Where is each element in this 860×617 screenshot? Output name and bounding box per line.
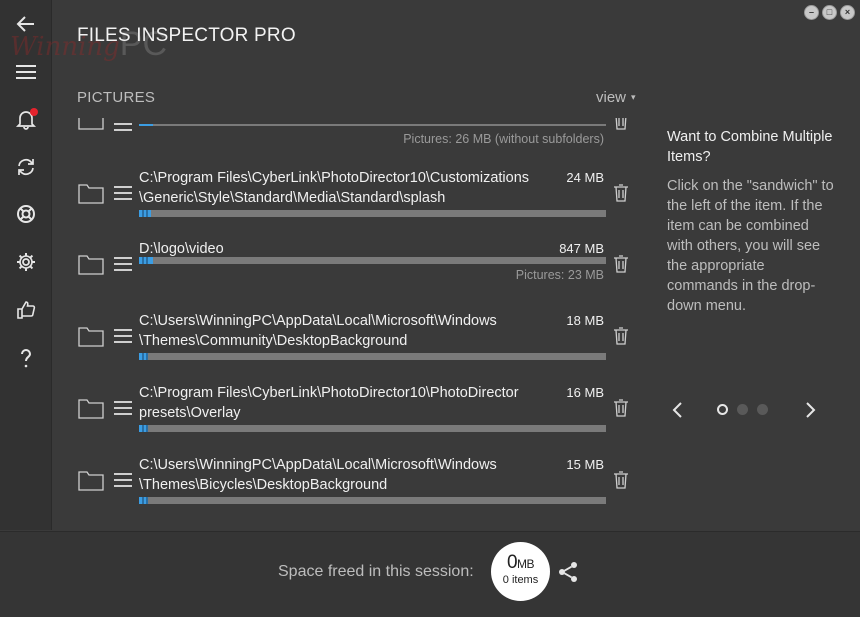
close-icon: × [844, 7, 851, 17]
carousel-dot[interactable] [737, 404, 748, 415]
list-item[interactable]: C:\Program Files\CyberLink\PhotoDirector… [53, 375, 640, 441]
freed-items-count: 0 items [502, 574, 539, 586]
size-bar-fill [139, 124, 153, 126]
view-dropdown[interactable]: view ▾ [596, 89, 636, 106]
trash-icon[interactable] [613, 118, 629, 130]
size-bar [139, 124, 606, 126]
size-bar [139, 425, 606, 432]
thumbs-up-icon [17, 301, 36, 319]
item-path: C:\Users\WinningPC\AppData\Local\Microso… [139, 313, 497, 349]
footer: Space freed in this session: 0MB 0 items [0, 531, 860, 617]
carousel-dot[interactable] [717, 404, 728, 415]
notifications-button[interactable] [0, 99, 52, 139]
folder-list: Pictures: 26 MB (without subfolders) C:\… [53, 118, 640, 530]
list-item[interactable]: D:\logo\video 847 MB Pictures: 23 MB [53, 231, 640, 297]
trash-icon[interactable] [613, 471, 629, 489]
list-item[interactable]: C:\Users\WinningPC\AppData\Local\Microso… [53, 303, 640, 369]
space-freed-badge: 0MB 0 items [491, 542, 550, 601]
sidebar [0, 0, 52, 530]
section-title: PICTURES [77, 89, 156, 106]
window-controls: – □ × [804, 5, 855, 20]
question-icon [21, 349, 32, 368]
trash-icon[interactable] [613, 184, 629, 202]
chevron-right-icon[interactable] [800, 400, 820, 420]
freed-value: 0 [506, 552, 518, 573]
share-icon[interactable] [556, 560, 580, 584]
maximize-button[interactable]: □ [822, 5, 837, 20]
view-label: view [596, 89, 627, 106]
folder-icon [78, 327, 104, 347]
size-bar-fill [139, 210, 151, 217]
maximize-icon: □ [826, 7, 833, 17]
chevron-left-icon[interactable] [668, 400, 688, 420]
sandwich-menu-button[interactable] [114, 329, 132, 343]
refresh-button[interactable] [0, 147, 52, 187]
folder-icon [78, 399, 104, 419]
carousel-dot[interactable] [757, 404, 768, 415]
tip-title: Want to Combine Multiple Items? [667, 129, 833, 165]
item-size: 24 MB [566, 170, 604, 185]
item-size: 18 MB [566, 313, 604, 328]
size-bar [139, 497, 606, 504]
support-button[interactable] [0, 194, 52, 234]
notification-badge [30, 108, 38, 116]
item-subtitle: Pictures: 23 MB [515, 268, 604, 282]
size-bar-fill [139, 257, 153, 264]
space-freed-label: Space freed in this session: [278, 563, 474, 580]
space-freed-value: 0MB [491, 553, 550, 574]
folder-icon [78, 471, 104, 491]
lifebuoy-icon [17, 205, 35, 223]
size-bar [139, 353, 606, 360]
list-item[interactable]: Pictures: 26 MB (without subfolders) [53, 118, 640, 148]
like-button[interactable] [0, 290, 52, 330]
size-bar-fill [139, 425, 149, 432]
settings-button[interactable] [0, 242, 52, 282]
sandwich-menu-button[interactable] [114, 123, 132, 137]
tip-body: Click on the "sandwich" to the left of t… [667, 178, 834, 314]
refresh-icon [18, 159, 34, 175]
item-size: 15 MB [566, 457, 604, 472]
folder-icon [78, 255, 104, 275]
gear-icon [17, 253, 35, 271]
help-button[interactable] [0, 338, 52, 378]
item-subtitle: Pictures: 26 MB (without subfolders) [403, 132, 604, 146]
size-bar [139, 257, 606, 264]
trash-icon[interactable] [613, 399, 629, 417]
folder-icon [78, 184, 104, 204]
list-item[interactable]: C:\Users\WinningPC\AppData\Local\Microso… [53, 447, 640, 513]
close-button[interactable]: × [840, 5, 855, 20]
sandwich-menu-button[interactable] [114, 186, 132, 200]
sandwich-menu-button[interactable] [114, 257, 132, 271]
trash-icon[interactable] [613, 327, 629, 345]
minimize-icon: – [808, 7, 814, 17]
size-bar [139, 210, 606, 217]
folder-icon [78, 118, 104, 130]
minimize-button[interactable]: – [804, 5, 819, 20]
freed-unit: MB [517, 557, 535, 571]
app-title: FILES INSPECTOR PRO [77, 25, 296, 46]
item-path: C:\Program Files\CyberLink\PhotoDirector… [139, 385, 519, 421]
item-size: 847 MB [559, 241, 604, 256]
list-item[interactable]: C:\Program Files\CyberLink\PhotoDirector… [53, 160, 640, 226]
size-bar-fill [139, 353, 149, 360]
trash-icon[interactable] [613, 255, 629, 273]
item-path: C:\Users\WinningPC\AppData\Local\Microso… [139, 457, 497, 493]
size-bar-fill [139, 497, 149, 504]
caret-down-icon: ▾ [631, 92, 636, 102]
sandwich-menu-button[interactable] [114, 473, 132, 487]
item-path: C:\Program Files\CyberLink\PhotoDirector… [139, 170, 530, 206]
hamburger-icon [16, 65, 36, 79]
item-size: 16 MB [566, 385, 604, 400]
item-path: D:\logo\video [139, 241, 224, 257]
sandwich-menu-button[interactable] [114, 401, 132, 415]
